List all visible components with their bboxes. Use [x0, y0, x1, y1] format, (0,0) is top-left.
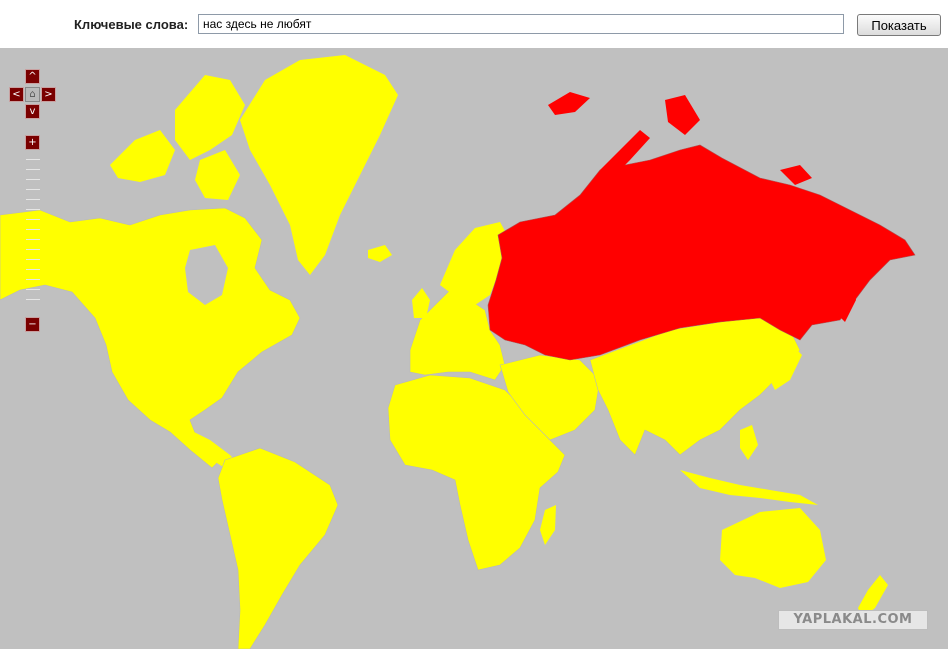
zoom-slider-track[interactable]: [26, 155, 40, 315]
show-button[interactable]: Показать: [857, 14, 941, 36]
philippines-land: [740, 425, 758, 460]
world-map-svg: [0, 55, 916, 649]
arctic-islands-land-2: [175, 75, 245, 160]
pan-up-button[interactable]: ^: [25, 69, 40, 84]
new-siberian-islands: [780, 165, 812, 185]
keywords-input[interactable]: [198, 14, 844, 34]
indonesia-land: [680, 470, 818, 505]
russian-arctic-islands: [548, 92, 590, 115]
australia-land: [720, 508, 826, 588]
pan-down-button[interactable]: v: [25, 104, 40, 119]
pan-right-button[interactable]: >: [41, 87, 56, 102]
north-america-land: [0, 207, 301, 469]
madagascar-land: [540, 505, 556, 545]
watermark-logo: YAPLAKAL.COM: [778, 610, 928, 630]
zoom-out-button[interactable]: −: [25, 317, 40, 332]
zoom-in-button[interactable]: +: [25, 135, 40, 150]
severnaya-zemlya: [665, 95, 700, 135]
greenland-land: [240, 55, 398, 275]
keywords-label: Ключевые слова:: [74, 17, 189, 32]
world-map[interactable]: ^ < ⌂ > v + − YAPLAKAL.COM: [0, 48, 948, 649]
arctic-islands-land: [110, 130, 175, 182]
south-america-land: [217, 447, 339, 649]
home-icon[interactable]: ⌂: [25, 87, 40, 102]
pan-left-button[interactable]: <: [9, 87, 24, 102]
search-bar: Ключевые слова: Показать: [0, 0, 948, 48]
iceland-land: [368, 245, 392, 262]
arctic-islands-land-3: [195, 150, 240, 200]
